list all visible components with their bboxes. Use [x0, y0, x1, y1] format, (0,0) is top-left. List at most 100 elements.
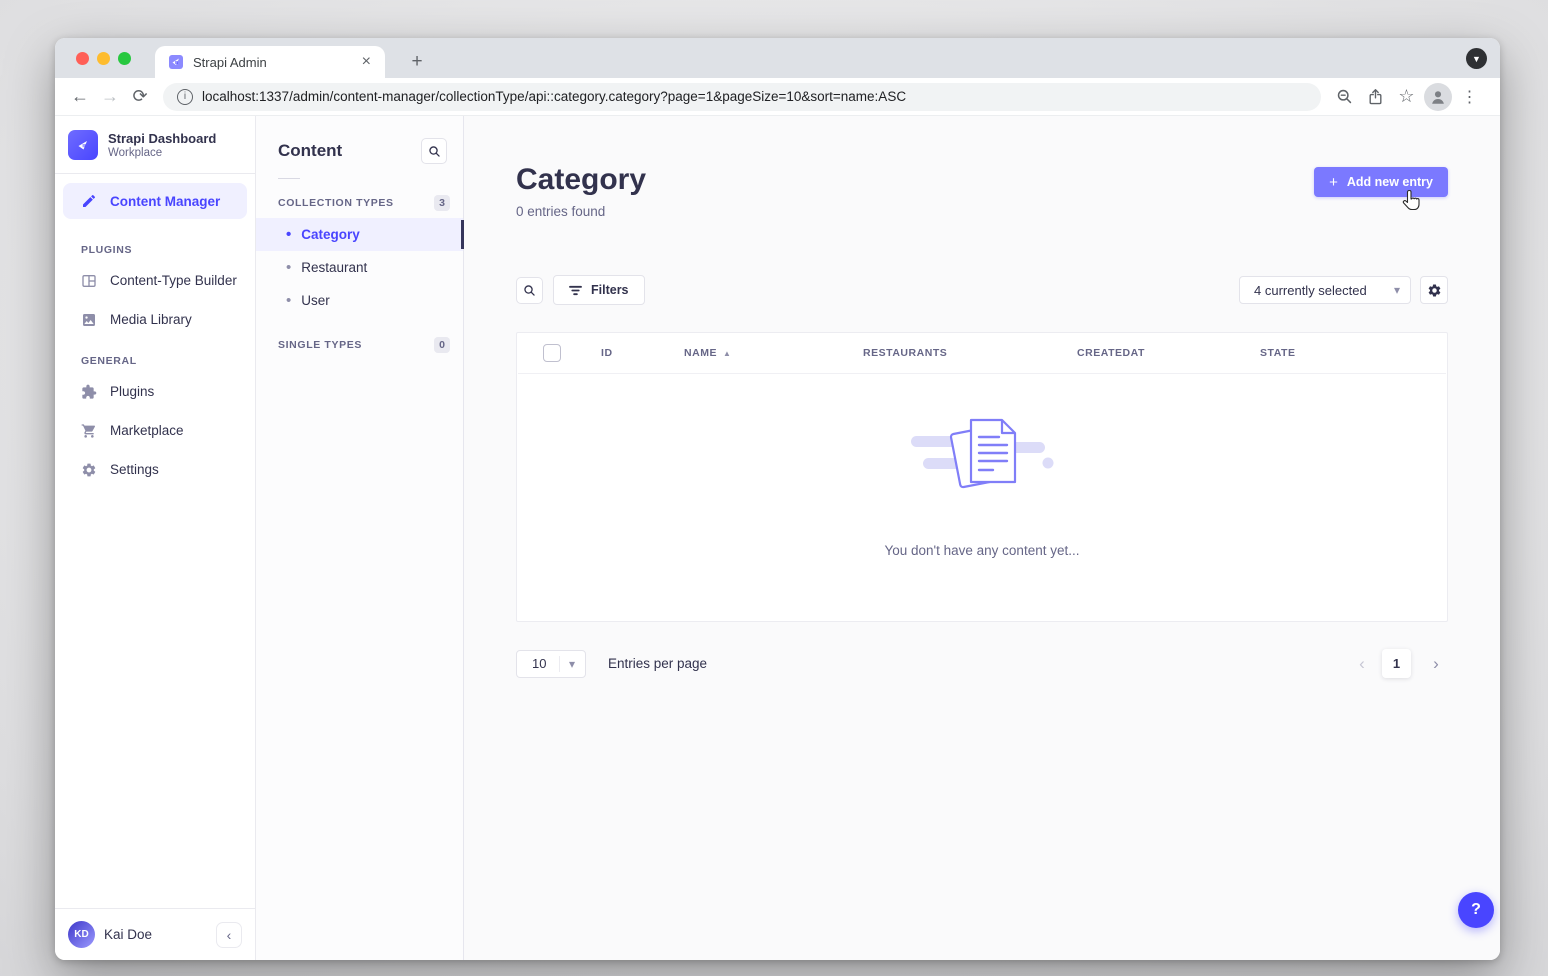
browser-profile-avatar[interactable] — [1424, 83, 1452, 111]
marketplace-icon — [81, 423, 97, 439]
collection-types-label: COLLECTION TYPES — [278, 197, 394, 209]
back-button[interactable]: ← — [65, 82, 95, 112]
list-search-button[interactable] — [516, 277, 543, 304]
zoom-window-button[interactable] — [118, 52, 131, 65]
panel-title: Content — [278, 141, 342, 161]
single-types-label: SINGLE TYPES — [278, 339, 362, 351]
sidebar-item-marketplace[interactable]: Marketplace — [55, 411, 255, 450]
user-avatar[interactable]: KD — [68, 921, 95, 948]
table-header-row: ID NAME ▲ RESTAURANTS CREATEDAT STATE — [517, 333, 1447, 373]
select-all-checkbox[interactable] — [543, 344, 561, 362]
sidebar-section-plugins: PLUGINS — [81, 244, 255, 256]
filter-icon — [569, 285, 582, 296]
browser-toolbar: ← → ⟳ i localhost:1337/admin/content-man… — [55, 78, 1500, 116]
previous-page-icon[interactable]: ‹ — [1350, 652, 1374, 676]
sidebar-item-label: Plugins — [110, 384, 154, 399]
empty-state-text: You don't have any content yet... — [885, 543, 1080, 558]
media-library-icon — [81, 312, 97, 328]
chevron-down-icon: ▾ — [569, 657, 575, 671]
column-header-id[interactable]: ID — [601, 347, 684, 359]
tab-strip: Strapi Admin × + ▼ — [55, 38, 1500, 78]
tab-title: Strapi Admin — [193, 55, 358, 70]
sidebar-item-content-type-builder[interactable]: Content-Type Builder — [55, 261, 255, 300]
page-size-select[interactable]: 10 ▾ — [516, 650, 586, 678]
zoom-page-icon[interactable] — [1329, 82, 1360, 112]
sidebar-item-settings[interactable]: Settings — [55, 450, 255, 489]
sidebar-item-content-manager[interactable]: Content Manager — [63, 183, 247, 219]
filters-label: Filters — [591, 283, 629, 297]
strapi-logo-icon — [68, 130, 98, 160]
sidebar-divider — [55, 173, 255, 174]
column-header-name-label: NAME — [684, 347, 717, 359]
browser-window: Strapi Admin × + ▼ ← → ⟳ i localhost:133… — [55, 38, 1500, 960]
list-settings-button[interactable] — [1420, 276, 1448, 304]
add-new-entry-label: Add new entry — [1347, 175, 1433, 189]
sidebar-item-label: Marketplace — [110, 423, 184, 438]
gear-icon — [1427, 283, 1442, 298]
help-button[interactable]: ? — [1458, 892, 1494, 928]
collection-type-category[interactable]: • Category — [256, 218, 463, 251]
empty-documents-illustration — [907, 406, 1057, 506]
bookmark-star-icon[interactable]: ☆ — [1391, 82, 1422, 112]
sidebar-item-label: Settings — [110, 462, 159, 477]
entries-table: ID NAME ▲ RESTAURANTS CREATEDAT STATE — [516, 332, 1448, 622]
select-divider — [559, 656, 560, 672]
collection-type-label: Restaurant — [301, 260, 367, 275]
plus-icon: + — [1329, 175, 1338, 190]
browser-tab[interactable]: Strapi Admin × — [155, 46, 385, 78]
minimize-window-button[interactable] — [97, 52, 110, 65]
next-page-icon[interactable]: › — [1424, 652, 1448, 676]
strapi-admin-app: Strapi Dashboard Workplace Content Manag… — [55, 116, 1500, 960]
add-new-entry-button[interactable]: + Add new entry — [1314, 167, 1448, 197]
share-icon[interactable] — [1360, 82, 1391, 112]
list-toolbar: Filters 4 currently selected ▾ — [516, 275, 1448, 305]
sidebar-item-plugins[interactable]: Plugins — [55, 372, 255, 411]
collapse-sidebar-button[interactable]: ‹ — [216, 922, 242, 948]
forward-button[interactable]: → — [95, 82, 125, 112]
workspace-subtitle: Workplace — [108, 147, 216, 159]
page-size-value: 10 — [517, 656, 559, 671]
empty-state: You don't have any content yet... — [517, 374, 1447, 558]
search-icon — [523, 284, 536, 297]
content-type-builder-icon — [81, 273, 97, 289]
sidebar-item-media-library[interactable]: Media Library — [55, 300, 255, 339]
page-title: Category — [516, 163, 646, 197]
workspace-brand[interactable]: Strapi Dashboard Workplace — [55, 116, 255, 173]
sidebar-item-label: Content Manager — [110, 194, 220, 209]
page-number-button[interactable]: 1 — [1382, 649, 1411, 678]
sidebar-item-label: Media Library — [110, 312, 192, 327]
tab-close-icon[interactable]: × — [358, 54, 375, 70]
collection-type-label: User — [301, 293, 330, 308]
user-name: Kai Doe — [104, 927, 216, 942]
filters-button[interactable]: Filters — [553, 275, 645, 305]
columns-select[interactable]: 4 currently selected ▾ — [1239, 276, 1411, 304]
new-tab-button[interactable]: + — [401, 46, 433, 78]
site-info-icon[interactable]: i — [177, 89, 193, 105]
column-header-createdat[interactable]: CREATEDAT — [1077, 347, 1260, 359]
url-bar[interactable]: i localhost:1337/admin/content-manager/c… — [163, 83, 1321, 111]
panel-divider — [278, 178, 300, 179]
content-sub-nav: Content COLLECTION TYPES 3 • Category • … — [256, 116, 464, 960]
reload-button[interactable]: ⟳ — [125, 82, 155, 112]
column-header-state[interactable]: STATE — [1260, 347, 1295, 359]
collection-type-restaurant[interactable]: • Restaurant — [256, 251, 463, 284]
recording-indicator-icon[interactable]: ▼ — [1466, 48, 1487, 69]
sidebar-item-label: Content-Type Builder — [110, 273, 237, 288]
collection-type-user[interactable]: • User — [256, 284, 463, 317]
close-window-button[interactable] — [76, 52, 89, 65]
settings-gear-icon — [81, 462, 97, 478]
search-icon — [428, 145, 441, 158]
column-header-name[interactable]: NAME ▲ — [684, 347, 863, 359]
main-sidebar: Strapi Dashboard Workplace Content Manag… — [55, 116, 256, 960]
sort-ascending-icon: ▲ — [723, 349, 731, 358]
single-types-count: 0 — [434, 337, 450, 353]
panel-search-button[interactable] — [421, 138, 447, 164]
column-header-restaurants[interactable]: RESTAURANTS — [863, 347, 1077, 359]
entries-count: 0 entries found — [516, 204, 646, 219]
plugins-icon — [81, 384, 97, 400]
main-content: Category 0 entries found + Add new entry… — [464, 116, 1500, 960]
workspace-name: Strapi Dashboard — [108, 131, 216, 147]
chevron-down-icon: ▾ — [1394, 283, 1400, 297]
traffic-lights — [76, 52, 131, 65]
browser-menu-icon[interactable]: ⋮ — [1454, 82, 1485, 112]
